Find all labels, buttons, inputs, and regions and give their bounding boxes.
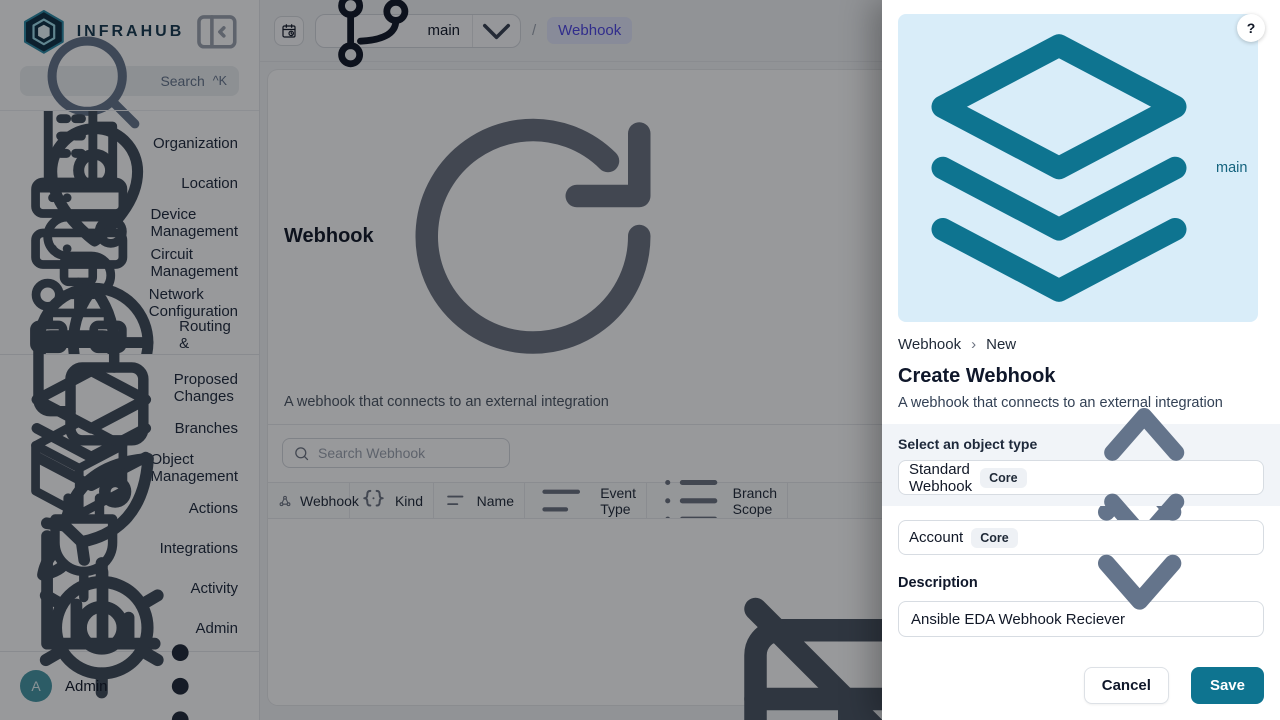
save-button[interactable]: Save xyxy=(1191,667,1264,704)
cancel-button[interactable]: Cancel xyxy=(1084,667,1169,704)
drawer-footer: Cancel Save xyxy=(882,651,1280,720)
core-badge: Core xyxy=(971,528,1017,548)
kind-select[interactable]: Account Core xyxy=(898,520,1264,555)
help-button[interactable]: ? xyxy=(1237,14,1265,42)
modal-backdrop[interactable] xyxy=(0,0,882,720)
breadcrumb-current: New xyxy=(986,336,1016,353)
object-type-section: Select an object type Standard Webhook C… xyxy=(882,424,1280,506)
object-type-value: Standard Webhook xyxy=(909,461,972,495)
drawer-breadcrumb: Webhook › New xyxy=(898,336,1264,353)
app-root: INFRAHUB Search ^K Organization Location… xyxy=(0,0,1280,720)
layers-icon xyxy=(909,18,1209,318)
chevron-right-icon: › xyxy=(971,336,976,353)
drawer-form: Account Core Description Url * Shared Ke… xyxy=(882,506,1280,651)
description-field[interactable] xyxy=(911,611,1251,628)
drawer-title: Create Webhook xyxy=(898,365,1264,388)
branch-badge: main xyxy=(898,14,1258,322)
branch-badge-label: main xyxy=(1216,160,1247,176)
object-type-select[interactable]: Standard Webhook Core xyxy=(898,460,1264,495)
create-webhook-drawer: main ? Webhook › New Create Webhook A we… xyxy=(882,0,1280,720)
core-badge: Core xyxy=(980,468,1026,488)
breadcrumb-parent[interactable]: Webhook xyxy=(898,336,961,353)
drawer-header: main ? Webhook › New Create Webhook A we… xyxy=(882,0,1280,411)
drawer-subtitle: A webhook that connects to an external i… xyxy=(898,395,1264,411)
kind-select-value: Account xyxy=(909,529,963,546)
unfold-chevrons-icon xyxy=(1026,506,1253,651)
